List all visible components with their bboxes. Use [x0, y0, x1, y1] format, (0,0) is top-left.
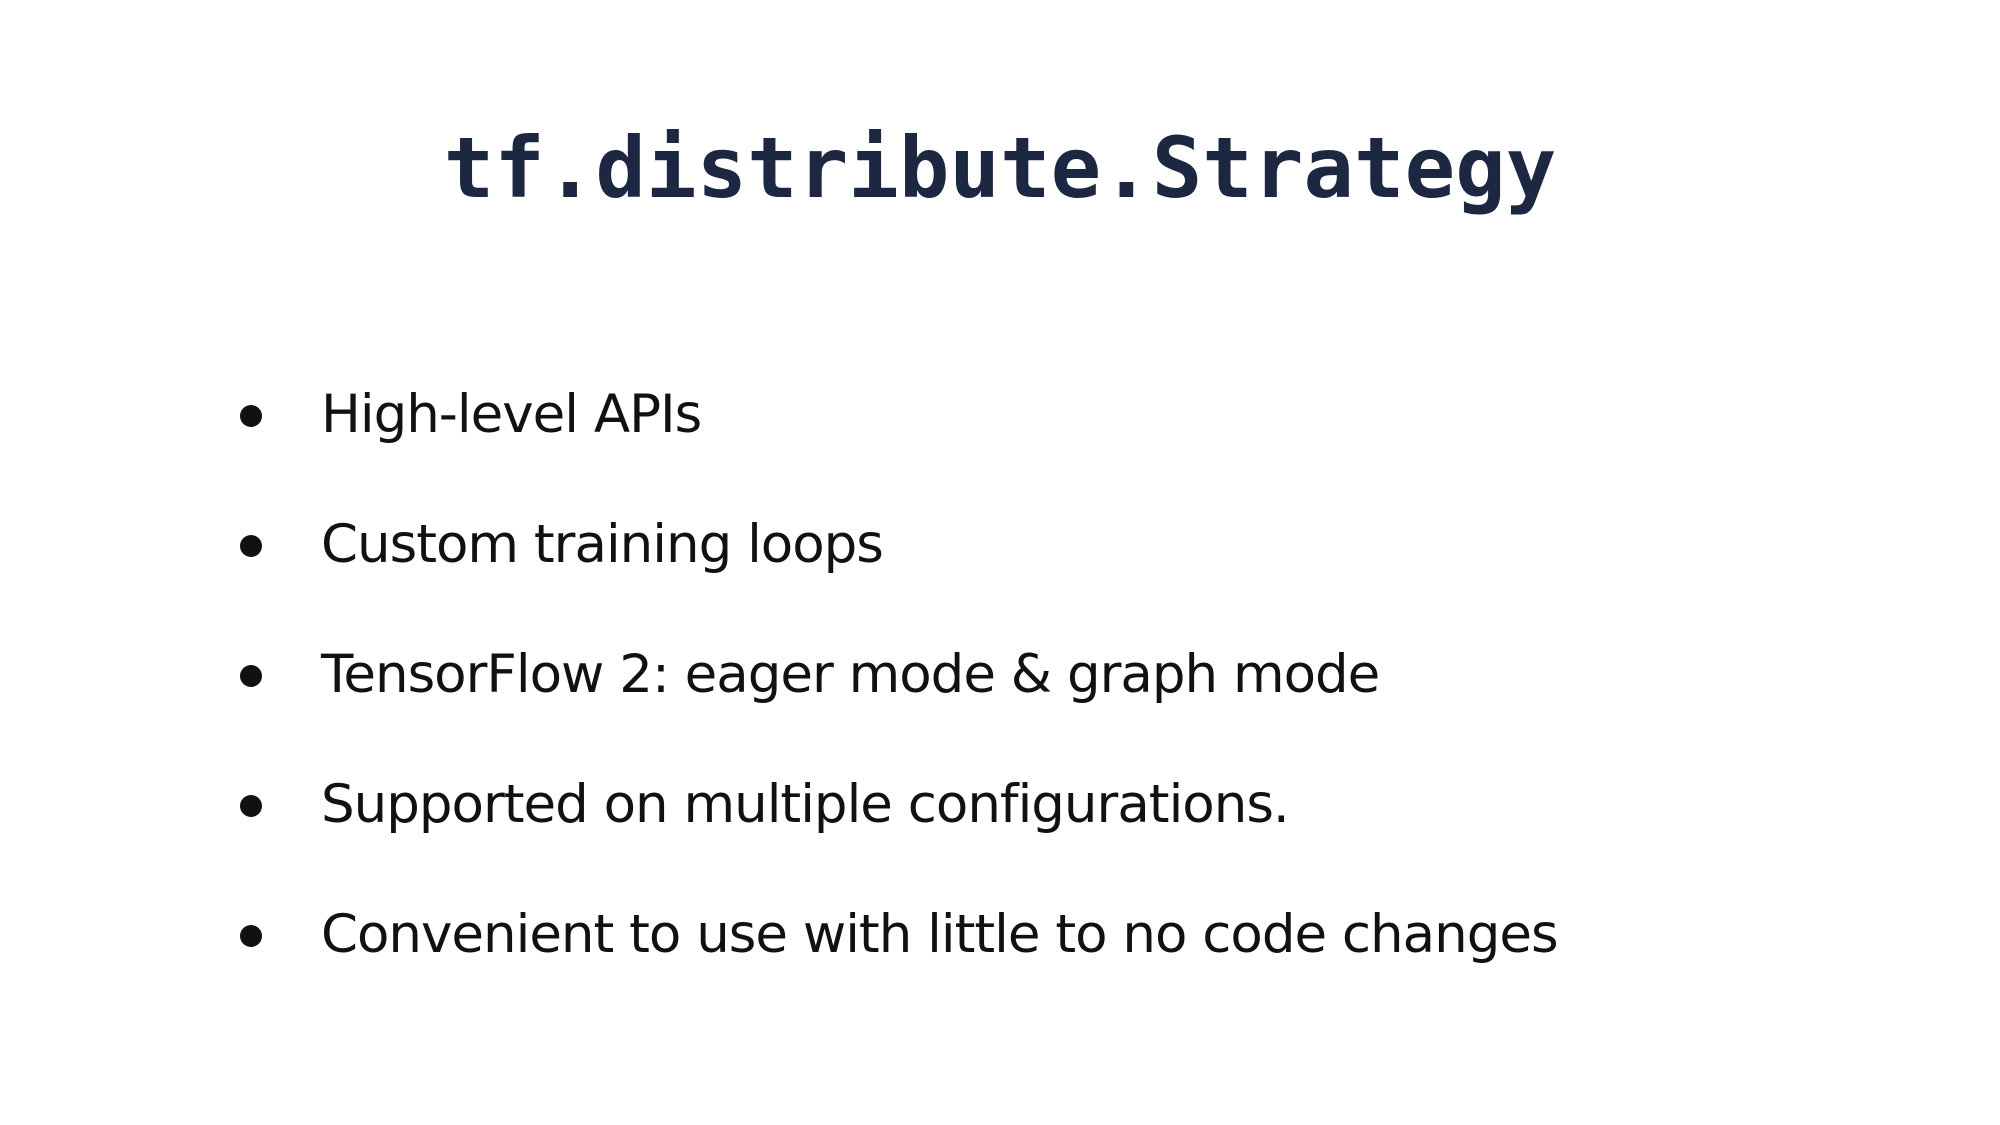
- bullet-dot-icon: [240, 925, 262, 947]
- bullet-dot-icon: [240, 405, 262, 427]
- bullet-text: TensorFlow 2: eager mode & graph mode: [321, 644, 1380, 705]
- list-item: High-level APIs: [240, 375, 1558, 505]
- bullet-text: High-level APIs: [321, 384, 702, 445]
- bullet-dot-icon: [240, 535, 262, 557]
- slide-title: tf.distribute.Strategy: [443, 119, 1557, 217]
- bullet-list: High-level APIs Custom training loops Te…: [240, 375, 1559, 1025]
- list-item: Convenient to use with little to no code…: [240, 895, 1559, 1025]
- bullet-dot-icon: [240, 665, 262, 687]
- slide: tf.distribute.Strategy High-level APIs C…: [0, 0, 2000, 1125]
- list-item: Supported on multiple configurations.: [240, 765, 1558, 895]
- list-item: TensorFlow 2: eager mode & graph mode: [240, 635, 1558, 765]
- list-item: Custom training loops: [240, 505, 1558, 635]
- bullet-text: Custom training loops: [321, 514, 884, 575]
- bullet-text: Supported on multiple configurations.: [321, 774, 1290, 835]
- bullet-text: Convenient to use with little to no code…: [321, 904, 1559, 965]
- bullet-dot-icon: [240, 795, 262, 817]
